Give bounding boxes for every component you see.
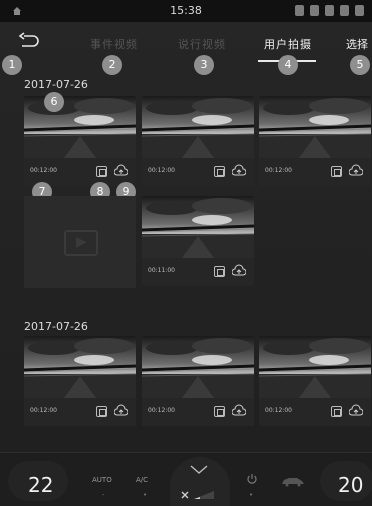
fan-speed-icon <box>181 491 214 499</box>
power-icon[interactable] <box>246 473 258 485</box>
video-duration: 00:12:00 <box>148 167 175 174</box>
user-icon <box>325 5 334 16</box>
menu-icon <box>355 5 364 16</box>
video-thumbnail-loading[interactable] <box>24 196 136 288</box>
section-date: 2017-07-26 <box>24 78 88 91</box>
cloud-upload-icon[interactable] <box>349 164 363 178</box>
screen: 15:38 事件视频 说行视频 用户拍摄 选择 1 2 3 4 5 2017-0… <box>0 0 372 506</box>
video-frame <box>259 336 371 398</box>
passenger-temperature[interactable]: 20 <box>338 473 363 497</box>
video-thumbnail[interactable]: 00:12:00 <box>259 336 371 426</box>
thumbnail-footer: 00:12:00 <box>24 398 136 426</box>
callout-badge: 4 <box>278 55 298 75</box>
status-bar: 15:38 <box>0 0 372 22</box>
cloud-upload-icon[interactable] <box>114 404 128 418</box>
video-duration: 00:11:00 <box>148 267 175 274</box>
chevron-down-icon[interactable] <box>190 465 208 475</box>
tab-bar: 事件视频 说行视频 用户拍摄 选择 <box>0 22 372 66</box>
tab-driving-video[interactable]: 说行视频 <box>178 36 226 52</box>
thumbnail-footer: 00:12:00 <box>259 158 371 186</box>
user-icon <box>310 5 319 16</box>
cloud-upload-icon[interactable] <box>232 164 246 178</box>
download-icon[interactable] <box>331 166 342 177</box>
video-frame <box>142 196 254 258</box>
video-frame <box>259 96 371 158</box>
cloud-upload-icon[interactable] <box>232 404 246 418</box>
video-frame <box>24 336 136 398</box>
download-icon[interactable] <box>96 166 107 177</box>
cloud-upload-icon[interactable] <box>114 164 128 178</box>
battery-icon <box>340 5 349 16</box>
video-duration: 00:12:00 <box>148 407 175 414</box>
download-icon[interactable] <box>214 166 225 177</box>
callout-badge: 3 <box>194 55 214 75</box>
video-thumbnail[interactable]: 00:12:00 <box>142 336 254 426</box>
download-icon[interactable] <box>214 266 225 277</box>
climate-bar: 22 AUTO - A/C • • 20 <box>0 452 372 506</box>
video-thumbnail[interactable]: 00:12:00 <box>24 336 136 426</box>
cloud-upload-icon[interactable] <box>349 404 363 418</box>
video-frame <box>24 96 136 158</box>
thumbnail-footer: 00:12:00 <box>142 398 254 426</box>
power-indicator: • <box>249 491 254 499</box>
select-button[interactable]: 选择 <box>346 36 368 52</box>
car-icon[interactable] <box>280 475 306 487</box>
signal-icon <box>295 5 304 16</box>
video-thumbnail[interactable]: 00:12:00 <box>142 96 254 186</box>
video-frame <box>142 336 254 398</box>
download-icon[interactable] <box>331 406 342 417</box>
ac-button[interactable]: A/C <box>136 476 148 484</box>
auto-button[interactable]: AUTO <box>92 476 112 484</box>
status-icons <box>295 5 364 16</box>
video-duration: 00:12:00 <box>30 167 57 174</box>
thumbnail-footer: 00:12:00 <box>142 158 254 186</box>
driver-temperature[interactable]: 22 <box>28 473 53 497</box>
ac-indicator: • <box>143 491 148 499</box>
video-duration: 00:12:00 <box>265 167 292 174</box>
auto-indicator: - <box>102 491 105 499</box>
thumbnail-footer: 00:12:00 <box>259 398 371 426</box>
video-placeholder-icon <box>64 230 98 256</box>
callout-badge: 1 <box>2 55 22 75</box>
callout-badge: 2 <box>102 55 122 75</box>
video-duration: 00:12:00 <box>30 407 57 414</box>
video-thumbnail[interactable]: 00:12:00 <box>259 96 371 186</box>
video-frame <box>142 96 254 158</box>
tab-user-capture[interactable]: 用户拍摄 <box>264 36 312 52</box>
callout-badge: 6 <box>44 92 64 112</box>
tab-event-video[interactable]: 事件视频 <box>90 36 138 52</box>
thumbnail-footer: 00:11:00 <box>142 258 254 286</box>
cloud-upload-icon[interactable] <box>232 264 246 278</box>
section-date: 2017-07-26 <box>24 320 88 333</box>
back-arrow-icon[interactable] <box>18 32 40 52</box>
video-duration: 00:12:00 <box>265 407 292 414</box>
video-thumbnail[interactable]: 00:12:00 <box>24 96 136 186</box>
callout-badge: 5 <box>350 55 370 75</box>
video-thumbnail[interactable]: 00:11:00 <box>142 196 254 286</box>
download-icon[interactable] <box>96 406 107 417</box>
download-icon[interactable] <box>214 406 225 417</box>
